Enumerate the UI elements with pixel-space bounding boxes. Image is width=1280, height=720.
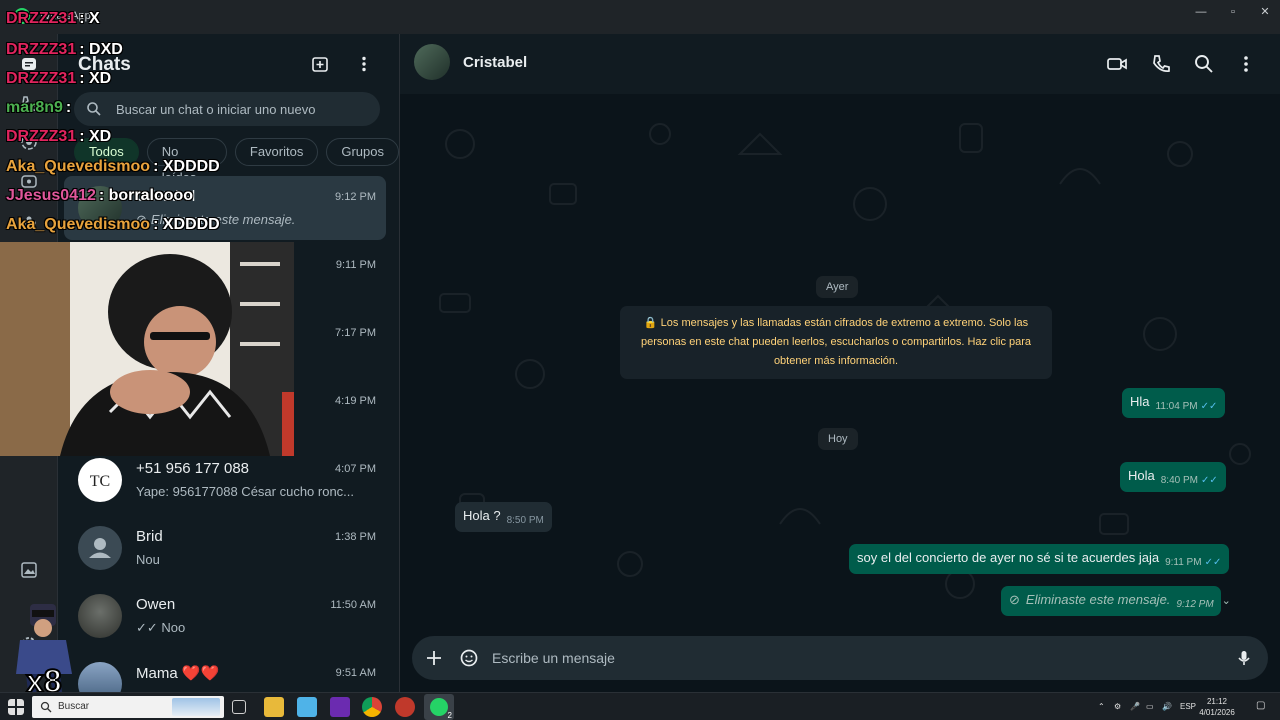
- language-indicator[interactable]: ESP: [1180, 702, 1196, 711]
- day-separator-today: Hoy: [818, 428, 858, 450]
- chat-name: +51 956 177 088: [136, 460, 250, 477]
- chat-time: 9:51 AM: [335, 667, 376, 679]
- stream-chat-line: Aka_Quevedismoo: XDDDD: [6, 216, 220, 233]
- search-icon[interactable]: [1193, 53, 1215, 75]
- whatsapp-icon: [430, 698, 448, 716]
- notepad-icon[interactable]: [297, 697, 317, 717]
- chat-time: 11:50 AM: [330, 599, 376, 611]
- read-ticks-icon: ✓✓: [1204, 557, 1222, 568]
- emoji-sticker-icon[interactable]: [459, 648, 479, 668]
- message-outgoing[interactable]: soy el del concierto de ayer no sé si te…: [849, 544, 1230, 574]
- app-icon[interactable]: [330, 697, 350, 717]
- svg-text:TC: TC: [90, 473, 110, 490]
- windows-start-icon[interactable]: [8, 699, 24, 715]
- stream-chat-line: DRZZZ31: X: [6, 10, 100, 27]
- search-box[interactable]: [74, 92, 380, 126]
- chat-item-brid[interactable]: Brid 1:38 PM Nou: [64, 516, 386, 580]
- conversation-panel: Cristabel Ayer 🔒 Los mensajes y las llam…: [400, 34, 1280, 692]
- stream-chat-line: Aka_Quevedismoo: XDDDD: [6, 158, 220, 175]
- day-separator-yesterday: Ayer: [816, 276, 859, 298]
- filter-groups[interactable]: Grupos: [326, 138, 399, 166]
- default-avatar-icon: [78, 526, 122, 570]
- chat-time: 9:11 PM: [335, 259, 376, 271]
- chat-preview: Nou: [136, 552, 160, 567]
- chat-item-phone-number[interactable]: TC +51 956 177 088 4:07 PM Yape: 9561770…: [64, 448, 386, 512]
- lock-icon: 🔒: [643, 317, 661, 329]
- avatar: TC: [78, 458, 122, 502]
- obs-icon[interactable]: [395, 697, 415, 717]
- chat-preview: ✓✓ Noo: [136, 620, 186, 635]
- taskbar-clock[interactable]: 21:12 4/01/2026: [1198, 696, 1236, 718]
- video-call-icon[interactable]: [1106, 53, 1128, 75]
- contact-avatar[interactable]: [414, 44, 450, 80]
- app-window: WhatsApp — ▫ ✕ Chats Todos No leídos Fav…: [0, 0, 1280, 720]
- chat-time: 9:12 PM: [335, 191, 376, 203]
- taskbar: Buscar 2 ⌃ ⚙ 🎤 ▭ 🔊 ESP 21:12 4/01/2026 ▢: [0, 692, 1280, 720]
- file-explorer-icon[interactable]: [264, 697, 284, 717]
- message-outgoing[interactable]: Hola 8:40 PM ✓✓: [1120, 462, 1226, 492]
- taskbar-search[interactable]: Buscar: [32, 696, 224, 718]
- stream-chat-line: DRZZZ31: XD: [6, 70, 112, 87]
- chat-item-owen[interactable]: Owen 11:50 AM ✓✓ Noo: [64, 584, 386, 648]
- more-options-icon[interactable]: [1235, 53, 1257, 75]
- maximize-icon[interactable]: ▫: [1222, 4, 1244, 20]
- chat-time: 7:17 PM: [335, 327, 376, 339]
- stream-chat-line: DRZZZ31: XD: [6, 128, 112, 145]
- network-icon[interactable]: ▭: [1146, 702, 1154, 711]
- tray-app-icon[interactable]: ⚙: [1114, 702, 1121, 711]
- encryption-notice[interactable]: 🔒 Los mensajes y las llamadas están cifr…: [620, 306, 1052, 379]
- attach-plus-icon[interactable]: [424, 648, 444, 668]
- contact-name[interactable]: Cristabel: [463, 54, 527, 71]
- chrome-icon[interactable]: [362, 697, 382, 717]
- microphone-icon[interactable]: 🎤: [1130, 702, 1140, 711]
- stream-chat-line: JJesus0412: borraloooo: [6, 187, 194, 204]
- search-highlight-image: [172, 698, 220, 716]
- message-outgoing[interactable]: Hla 11:04 PM ✓✓: [1122, 388, 1226, 418]
- search-input[interactable]: [116, 98, 366, 120]
- search-icon: [87, 102, 101, 116]
- more-options-icon[interactable]: [354, 54, 374, 74]
- chat-time: 1:38 PM: [335, 531, 376, 543]
- taskbar-search-label: Buscar: [58, 701, 90, 712]
- voice-call-icon[interactable]: [1150, 53, 1172, 75]
- volume-icon[interactable]: 🔊: [1162, 702, 1172, 711]
- stream-chat-line: DRZZZ31: DXD: [6, 41, 123, 58]
- tray-chevron-icon[interactable]: ⌃: [1098, 702, 1105, 711]
- message-incoming[interactable]: Hola ? 8:50 PM: [455, 502, 552, 532]
- message-input[interactable]: [492, 648, 1212, 668]
- clock-date: 4/01/2026: [1199, 708, 1235, 717]
- title-bar: WhatsApp — ▫ ✕: [0, 0, 1280, 34]
- chat-time: 4:19 PM: [335, 395, 376, 407]
- chat-preview: Yape: 956177088 César cucho ronc...: [136, 484, 355, 499]
- search-icon: [40, 701, 52, 713]
- conversation-header: Cristabel: [400, 34, 1280, 94]
- microphone-icon[interactable]: [1234, 648, 1254, 668]
- message-deleted[interactable]: ⊘ Eliminaste este mensaje. 9:12 PM ⌄: [1001, 586, 1231, 616]
- close-icon[interactable]: ✕: [1254, 4, 1276, 20]
- unread-badge: 2: [447, 711, 452, 720]
- filter-favorites[interactable]: Favoritos: [234, 138, 319, 166]
- new-chat-icon[interactable]: [310, 54, 330, 74]
- read-ticks-icon: ✓✓: [1201, 475, 1218, 486]
- chat-name: Brid: [136, 528, 163, 545]
- chat-name: Owen: [136, 596, 176, 613]
- minimize-icon[interactable]: —: [1190, 4, 1212, 20]
- whatsapp-taskbar-button[interactable]: 2: [424, 694, 454, 720]
- task-view-icon[interactable]: [232, 700, 246, 714]
- webcam-overlay: [0, 242, 294, 456]
- media-gallery-icon[interactable]: [19, 560, 39, 580]
- sticker-overlay: x8: [16, 604, 72, 700]
- stream-chat-line: mar8n9:: [6, 99, 72, 116]
- chat-name: Mama ❤️❤️: [136, 665, 220, 682]
- message-composer: [412, 636, 1268, 680]
- clock-time: 21:12: [1206, 697, 1228, 706]
- notifications-icon[interactable]: ▢: [1256, 700, 1265, 711]
- deleted-icon: ⊘: [1009, 592, 1020, 607]
- chat-time: 4:07 PM: [335, 463, 376, 475]
- chat-item-mama[interactable]: Mama ❤️❤️ 9:51 AM: [64, 652, 386, 692]
- read-ticks-icon: ✓✓: [1200, 401, 1218, 412]
- chevron-down-icon[interactable]: ⌄: [1222, 595, 1231, 607]
